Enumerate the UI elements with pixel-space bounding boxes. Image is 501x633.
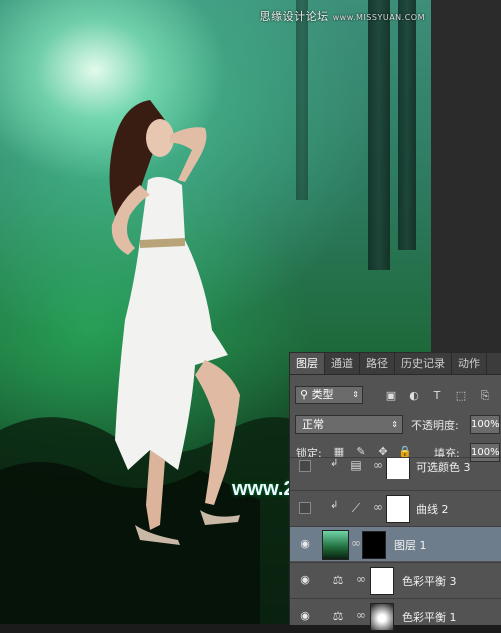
search-icon: ⚲: [300, 388, 312, 401]
visibility-off-icon[interactable]: [299, 460, 311, 472]
color-balance-icon: ⚖: [332, 573, 344, 587]
workspace-background: [431, 0, 501, 352]
eye-icon[interactable]: ◉: [298, 537, 312, 551]
chevron-down-icon: ⇕: [391, 420, 398, 429]
tab-layers[interactable]: 图层: [290, 353, 325, 374]
layer-thumbnail[interactable]: [322, 530, 349, 560]
image-filter-icon[interactable]: ▣: [384, 389, 398, 403]
link-icon: ∞: [373, 500, 383, 514]
layer-mask-thumbnail[interactable]: [370, 603, 394, 631]
clipping-arrow-icon: ↲: [330, 458, 339, 469]
layer-name[interactable]: 色彩平衡 3: [402, 573, 457, 589]
layer-row[interactable]: ◉ ⚖ ∞ 色彩平衡 1: [290, 598, 501, 633]
clipping-arrow-icon: ↲: [330, 500, 339, 511]
tab-channels[interactable]: 通道: [325, 353, 360, 374]
layer-name[interactable]: 曲线 2: [416, 501, 449, 517]
layer-row[interactable]: ↲ ▤ ∞ 可选颜色 3: [290, 457, 501, 479]
panel-tabs: 图层 通道 路径 历史记录 动作: [290, 353, 501, 375]
curves-icon: ⟋: [351, 501, 361, 515]
opacity-label: 不透明度:: [411, 419, 459, 432]
shape-filter-icon[interactable]: ⬚: [454, 389, 468, 403]
layer-mask-thumbnail[interactable]: [370, 567, 394, 595]
eye-icon[interactable]: ◉: [298, 609, 312, 623]
layer-row-selected[interactable]: ◉ ∞ 图层 1: [290, 526, 501, 561]
layer-mask-thumbnail[interactable]: [386, 458, 410, 479]
layer-filter-select[interactable]: ⚲ 类型 ⇕: [295, 386, 363, 404]
opacity-input[interactable]: 100%: [470, 415, 500, 434]
layer-name[interactable]: 色彩平衡 1: [402, 609, 457, 625]
adjustment-filter-icon[interactable]: ◐: [407, 389, 421, 403]
layer-row[interactable]: ↲ ⟋ ∞ 曲线 2: [290, 490, 501, 525]
eye-icon[interactable]: ◉: [298, 573, 312, 587]
watermark-top: 思缘设计论坛 www.MISSYUAN.COM: [259, 10, 425, 23]
smart-object-filter-icon[interactable]: ⎘: [478, 389, 492, 403]
layer-mask-thumbnail[interactable]: [362, 531, 386, 559]
chevron-down-icon: ⇕: [352, 390, 359, 399]
link-icon: ∞: [356, 572, 366, 586]
blend-mode-select[interactable]: 正常 ⇕: [295, 415, 403, 434]
link-icon: ∞: [373, 458, 383, 472]
link-icon: ∞: [356, 608, 366, 622]
layers-panel: 图层 通道 路径 历史记录 动作 ⚲ 类型 ⇕ ▣ ◐ T ⬚ ⎘ 正常 ⇕ 不…: [289, 352, 501, 631]
link-icon: ∞: [351, 536, 361, 550]
visibility-off-icon[interactable]: [299, 502, 311, 514]
layer-name[interactable]: 可选颜色 3: [416, 459, 471, 475]
tab-history[interactable]: 历史记录: [395, 353, 452, 374]
layer-name[interactable]: 图层 1: [394, 537, 427, 553]
text-filter-icon[interactable]: T: [430, 389, 444, 403]
tab-paths[interactable]: 路径: [360, 353, 395, 374]
selective-color-icon: ▤: [350, 458, 362, 472]
color-balance-icon: ⚖: [332, 609, 344, 623]
layer-row[interactable]: ◉ ⚖ ∞ 色彩平衡 3: [290, 562, 501, 597]
tab-actions[interactable]: 动作: [452, 353, 487, 374]
layer-mask-thumbnail[interactable]: [386, 495, 410, 523]
